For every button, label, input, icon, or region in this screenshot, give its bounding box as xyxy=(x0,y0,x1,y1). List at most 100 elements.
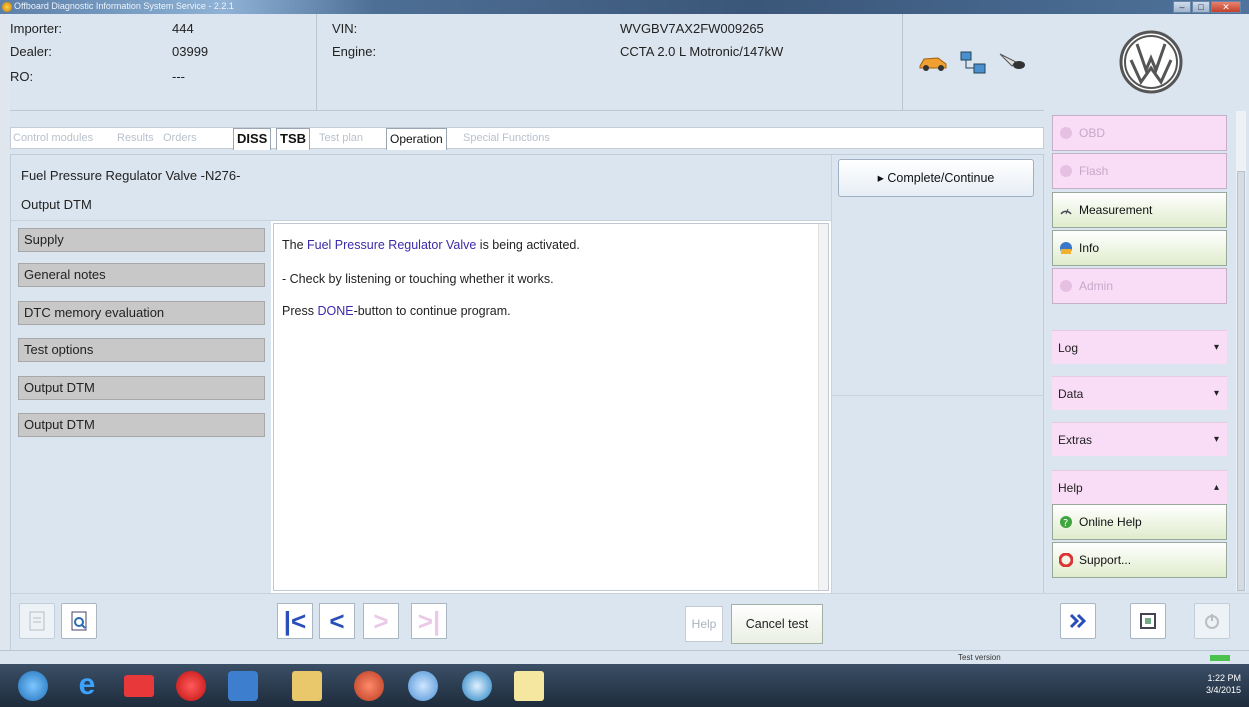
online-help-label: Online Help xyxy=(1079,515,1142,529)
odis-taskbar-icon[interactable] xyxy=(514,671,544,701)
nav-item-dtc-memory-evaluation[interactable]: DTC memory evaluation xyxy=(18,301,265,325)
content-scrollbar[interactable] xyxy=(818,224,828,590)
flash-label: Flash xyxy=(1079,164,1109,178)
done-link[interactable]: DONE xyxy=(317,304,353,318)
instruction-text: -button to continue program. xyxy=(353,304,511,318)
status-icons xyxy=(918,50,1028,76)
maximize-button[interactable]: □ xyxy=(1192,1,1210,13)
network-icon xyxy=(960,51,986,74)
svg-text:?: ? xyxy=(1063,518,1068,529)
tab-test-plan[interactable]: Test plan xyxy=(316,128,366,150)
log-section-header[interactable]: Log ▾ xyxy=(1052,330,1227,364)
tab-special-functions[interactable]: Special Functions xyxy=(460,128,553,150)
help-label: Help xyxy=(1058,481,1083,495)
window-title: Offboard Diagnostic Information System S… xyxy=(14,1,234,11)
internet-explorer-icon[interactable]: e xyxy=(72,670,102,701)
vin-value: WVGBV7AX2FW009265 xyxy=(620,21,764,36)
tab-tsb[interactable]: TSB xyxy=(276,128,310,150)
bottom-toolbar: |< < > >| Help Cancel test xyxy=(11,593,1045,650)
instruction-line-1: The Fuel Pressure Regulator Valve is bei… xyxy=(282,238,580,252)
support-button[interactable]: Support... xyxy=(1052,542,1227,578)
chevron-left-icon: < xyxy=(329,606,345,636)
skip-back-icon: |< xyxy=(283,606,307,636)
data-label: Data xyxy=(1058,387,1084,401)
app-icon[interactable] xyxy=(354,671,384,701)
skip-forward-icon: >| xyxy=(417,606,441,636)
nav-item-general-notes[interactable]: General notes xyxy=(18,263,265,287)
nav-item-supply[interactable]: Supply xyxy=(18,228,265,252)
app-icon[interactable] xyxy=(228,671,258,701)
file-explorer-icon[interactable] xyxy=(292,671,322,701)
extras-section-header[interactable]: Extras ▾ xyxy=(1052,422,1227,456)
power-icon xyxy=(1205,614,1219,629)
importer-label: Importer: xyxy=(10,21,63,36)
chevron-right-icon: > xyxy=(373,606,389,636)
tab-control-modules[interactable]: Control modules xyxy=(10,128,96,150)
admin-button[interactable]: Admin xyxy=(1052,268,1227,304)
nav-item-output-dtm[interactable]: Output DTM xyxy=(18,376,265,400)
chevron-down-icon: ▾ xyxy=(1213,342,1219,353)
mail-icon[interactable] xyxy=(124,675,154,697)
flash-button[interactable]: Flash xyxy=(1052,153,1227,189)
instruction-text: The xyxy=(282,238,308,252)
minimize-button[interactable]: – xyxy=(1173,1,1191,13)
nav-item-output-dtm-current[interactable]: Output DTM xyxy=(18,413,265,437)
globe-icon[interactable] xyxy=(408,671,438,701)
help-button[interactable]: Help xyxy=(685,606,723,642)
window-title-bar: Offboard Diagnostic Information System S… xyxy=(0,0,1249,14)
gauge-icon xyxy=(1060,208,1072,215)
window-controls: – □ ✕ xyxy=(1172,1,1241,13)
info-label: Info xyxy=(1079,241,1100,255)
engine-label: Engine: xyxy=(332,44,377,59)
exit-button[interactable] xyxy=(1194,603,1230,639)
procedure-subtitle: Output DTM xyxy=(21,197,92,212)
measurement-button[interactable]: Measurement xyxy=(1052,192,1227,228)
app-icon xyxy=(2,2,12,12)
nav-item-test-options[interactable]: Test options xyxy=(18,338,265,362)
info-icon xyxy=(1060,242,1072,254)
importer-value: 444 xyxy=(172,21,194,36)
start-button-icon[interactable] xyxy=(18,671,48,701)
instruction-text: Press xyxy=(282,304,318,318)
version-status: Test version xyxy=(958,653,1001,662)
magnify-document-icon xyxy=(71,611,87,631)
divider xyxy=(832,395,1044,396)
instruction-line-3: Press DONE-button to continue program. xyxy=(282,304,511,318)
cancel-test-button[interactable]: Cancel test xyxy=(731,604,823,644)
tab-results[interactable]: Results xyxy=(114,128,157,150)
tab-diss[interactable]: DISS xyxy=(233,128,272,150)
instruction-content: The Fuel Pressure Regulator Valve is bei… xyxy=(273,223,829,591)
tab-operation[interactable]: Operation xyxy=(386,128,447,150)
flash-icon xyxy=(1060,165,1072,177)
system-tray: 1:22 PM 3/4/2015 xyxy=(1206,672,1241,696)
help-section-header[interactable]: Help ▴ xyxy=(1052,470,1227,504)
procedure-title: Fuel Pressure Regulator Valve -N276- xyxy=(21,168,241,183)
chevron-up-icon: ▴ xyxy=(1213,482,1219,493)
previous-step-button[interactable]: < xyxy=(319,603,355,639)
data-section-header[interactable]: Data ▾ xyxy=(1052,376,1227,410)
next-step-button[interactable]: > xyxy=(363,603,399,639)
ro-value: --- xyxy=(172,69,185,84)
media-icon[interactable] xyxy=(462,671,492,701)
close-button[interactable]: ✕ xyxy=(1211,1,1241,13)
tab-orders[interactable]: Orders xyxy=(160,128,200,150)
last-step-button[interactable]: >| xyxy=(411,603,447,639)
first-step-button[interactable]: |< xyxy=(277,603,313,639)
online-help-button[interactable]: ? Online Help xyxy=(1052,504,1227,540)
clock-date: 3/4/2015 xyxy=(1205,685,1241,695)
document-preview-button[interactable] xyxy=(61,603,97,639)
obd-button[interactable]: OBD xyxy=(1052,115,1227,151)
fuel-pressure-regulator-link[interactable]: Fuel Pressure Regulator Valve xyxy=(307,238,476,252)
sidebar-scrollbar[interactable] xyxy=(1236,111,1246,591)
engine-value: CCTA 2.0 L Motronic/147kW xyxy=(620,44,784,59)
chevron-down-icon: ▾ xyxy=(1213,434,1219,445)
document-button[interactable] xyxy=(19,603,55,639)
complete-continue-button[interactable]: ▸ Complete/Continue xyxy=(838,159,1034,197)
opera-icon[interactable] xyxy=(176,671,206,701)
support-label: Support... xyxy=(1079,553,1132,567)
sidebar-scroll-thumb[interactable] xyxy=(1237,171,1245,591)
forward-button[interactable] xyxy=(1060,603,1096,639)
fullscreen-button[interactable] xyxy=(1130,603,1166,639)
logo-area xyxy=(1044,14,1249,111)
info-button[interactable]: Info xyxy=(1052,230,1227,266)
